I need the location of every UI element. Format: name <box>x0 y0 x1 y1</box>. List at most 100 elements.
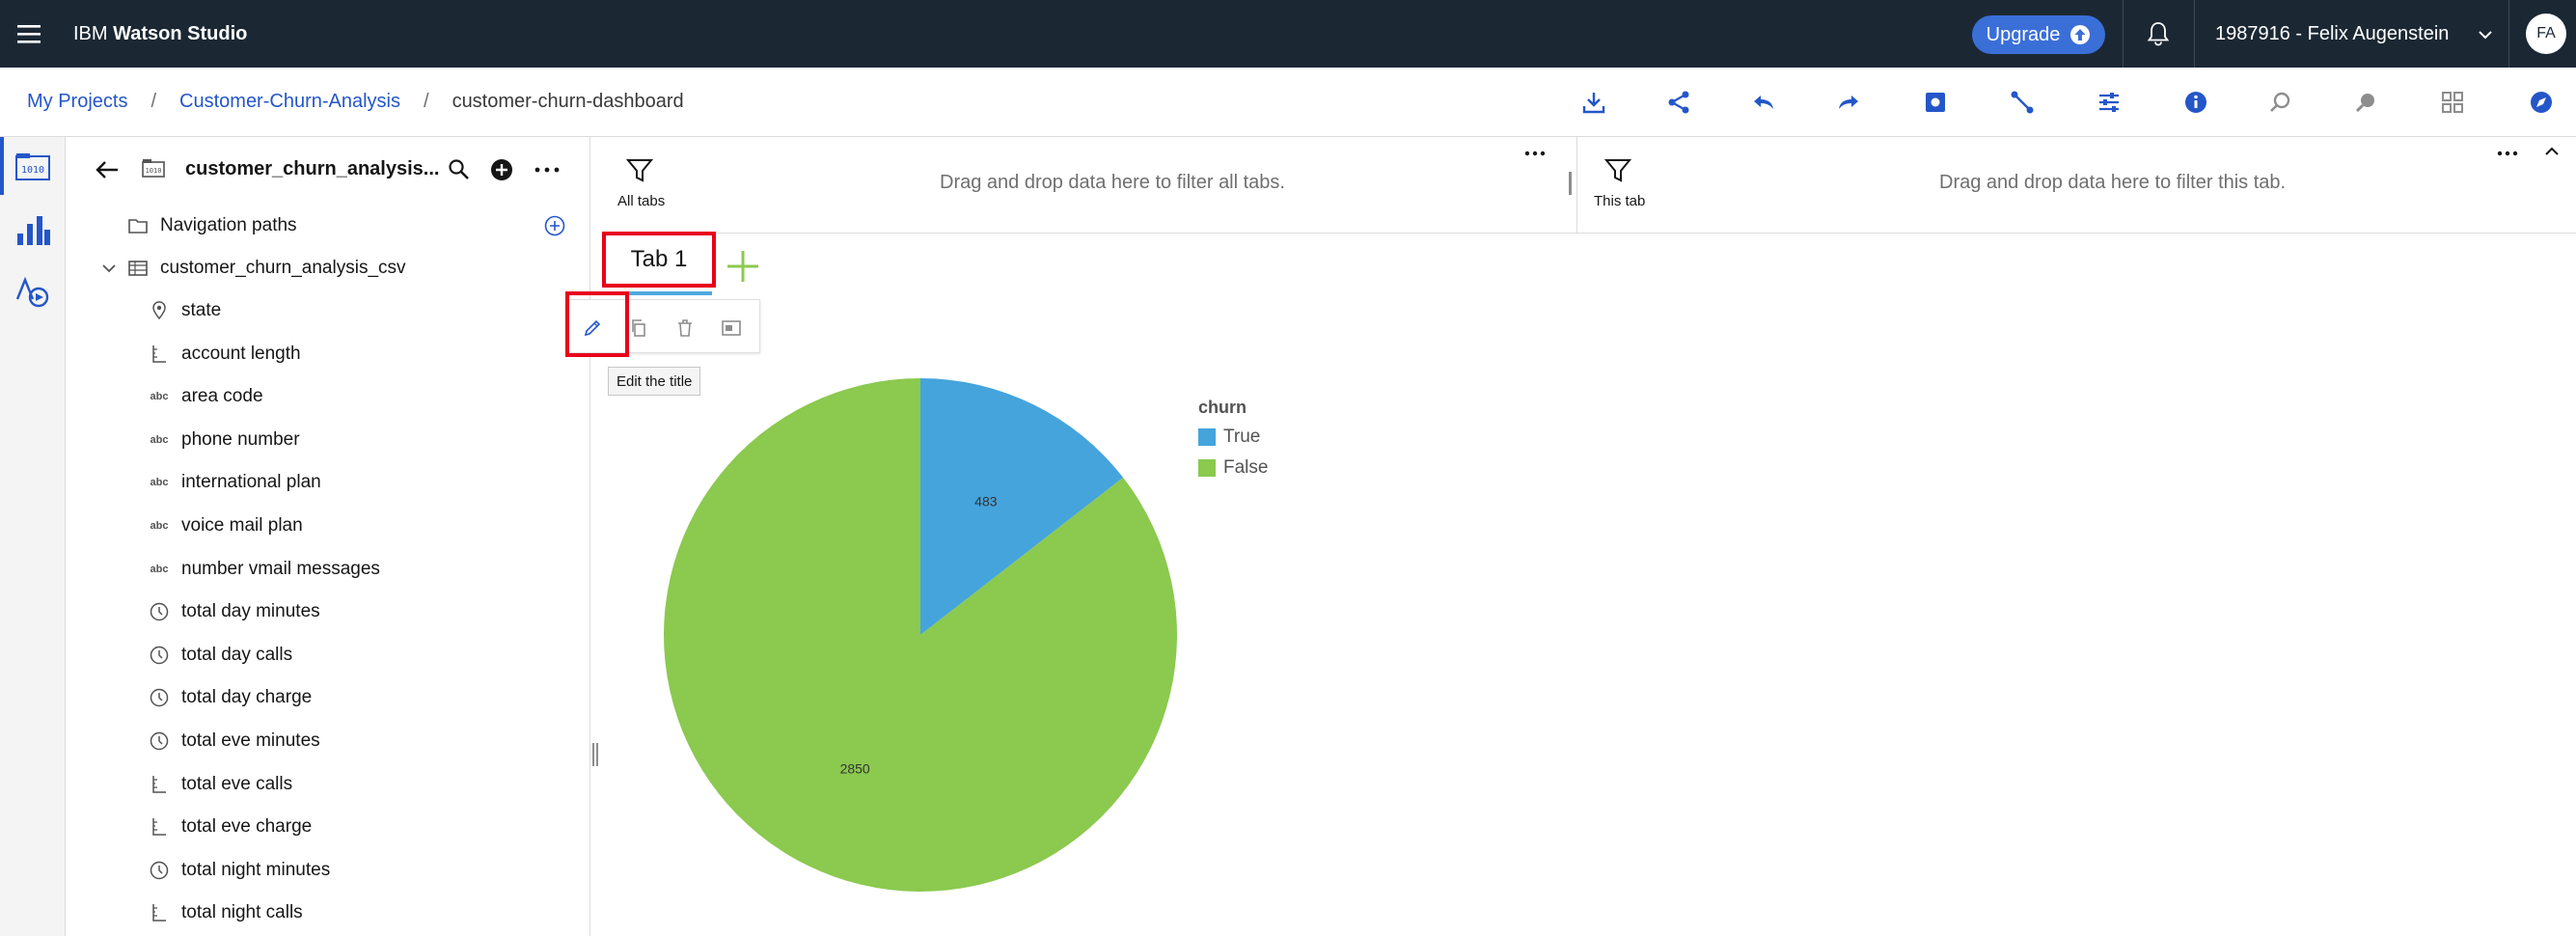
column-label: total night calls <box>181 902 303 923</box>
visualizations-icon[interactable] <box>14 210 52 249</box>
text-type-glyph: abc <box>150 433 169 446</box>
filter-bar: All tabs Drag and drop data here to filt… <box>602 137 2576 234</box>
column-label: international plan <box>181 472 321 493</box>
table-row[interactable]: customer_churn_analysis_csv <box>66 247 590 289</box>
overflow-menu-icon[interactable] <box>2497 151 2518 156</box>
column-label: account length <box>181 343 301 364</box>
column-item[interactable]: total eve charge <box>66 806 590 848</box>
svg-text:1010: 1010 <box>21 165 44 176</box>
avatar[interactable]: FA <box>2526 14 2566 54</box>
folder-icon <box>128 219 148 234</box>
undo-icon[interactable] <box>1748 87 1779 118</box>
divider <box>2508 0 2509 68</box>
column-item[interactable]: account length <box>66 333 590 375</box>
column-item[interactable]: abc phone number <box>66 419 590 461</box>
widgets-icon[interactable] <box>14 272 52 311</box>
all-tabs-message: Drag and drop data here to filter all ta… <box>940 172 1285 193</box>
column-item[interactable]: abc area code <box>66 375 590 418</box>
download-icon[interactable] <box>1578 87 1609 118</box>
column-item[interactable]: total day calls <box>66 634 590 676</box>
share-icon[interactable] <box>1663 87 1694 118</box>
column-label: total day calls <box>181 644 293 665</box>
connect-icon[interactable] <box>2007 87 2038 118</box>
panel-resize-handle[interactable] <box>592 743 598 766</box>
assistant-icon[interactable] <box>2350 87 2381 118</box>
column-label: total day minutes <box>181 601 320 622</box>
filter-resize-handle[interactable] <box>1569 172 1576 195</box>
back-arrow-icon[interactable] <box>95 158 120 181</box>
column-item[interactable]: state <box>66 289 590 332</box>
data-sources-icon[interactable]: 1010 <box>14 149 52 187</box>
left-rail: 1010 <box>0 137 66 936</box>
snapshot-icon[interactable] <box>1920 87 1951 118</box>
tab-1[interactable]: Tab 1 <box>602 232 716 288</box>
text-type-icon: abc <box>149 559 170 580</box>
time-icon <box>149 601 170 622</box>
column-item[interactable]: total day charge <box>66 676 590 719</box>
column-label: state <box>181 300 222 320</box>
delete-button[interactable] <box>667 310 703 346</box>
properties-button[interactable] <box>713 310 750 346</box>
app-brand[interactable]: IBM Watson Studio <box>73 23 247 45</box>
measure-icon <box>149 902 170 923</box>
upgrade-label: Upgrade <box>1986 23 2061 45</box>
compass-icon[interactable] <box>2526 87 2557 118</box>
breadcrumb-bar: My Projects / Customer-Churn-Analysis / … <box>0 68 2576 137</box>
this-tab-label: This tab <box>1594 193 1646 209</box>
legend-swatch <box>1198 428 1216 446</box>
rail-selection-indicator <box>0 137 4 195</box>
legend-item-false[interactable]: False <box>1198 457 1268 479</box>
column-item[interactable]: total night calls <box>66 892 590 934</box>
account-name[interactable]: 1987916 - Felix Augenstein <box>2215 23 2449 45</box>
churn-pie-chart[interactable]: 483 2850 <box>602 367 1181 907</box>
overflow-menu-icon[interactable] <box>1524 151 1546 156</box>
time-icon <box>149 730 170 752</box>
table-icon <box>128 261 148 276</box>
all-tabs-label: All tabs <box>617 193 666 209</box>
column-label: total eve charge <box>181 816 313 838</box>
chevron-down-icon[interactable] <box>2476 25 2495 44</box>
measure-icon <box>149 816 170 838</box>
column-item[interactable]: total day minutes <box>66 591 590 633</box>
column-label: phone number <box>181 428 300 450</box>
column-item[interactable]: total night minutes <box>66 849 590 892</box>
layout-grid-icon[interactable] <box>2437 87 2468 118</box>
explore-search-icon[interactable] <box>2265 87 2296 118</box>
all-tabs-filter-zone[interactable]: All tabs Drag and drop data here to filt… <box>602 137 1567 234</box>
add-icon[interactable] <box>490 158 513 181</box>
search-icon[interactable] <box>448 158 471 181</box>
column-item[interactable]: abc number vmail messages <box>66 548 590 591</box>
this-tab-filter-zone[interactable]: This tab Drag and drop data here to filt… <box>1578 137 2576 234</box>
chevron-down-icon[interactable] <box>98 258 120 279</box>
breadcrumb-my-projects[interactable]: My Projects <box>27 91 127 113</box>
settings-sliders-icon[interactable] <box>2094 87 2124 118</box>
info-icon[interactable] <box>2180 87 2211 118</box>
text-type-glyph: abc <box>150 563 169 575</box>
divider <box>2194 0 2195 68</box>
upgrade-button[interactable]: Upgrade <box>1972 15 2105 54</box>
column-item[interactable]: total eve minutes <box>66 720 590 762</box>
divider <box>2123 0 2124 68</box>
column-item[interactable]: abc international plan <box>66 461 590 504</box>
navigation-paths-label: Navigation paths <box>160 215 297 235</box>
pie-label-true: 483 <box>974 493 998 509</box>
legend-item-true[interactable]: True <box>1198 427 1260 448</box>
upgrade-arrow-icon <box>2070 25 2091 44</box>
pie-label-false: 2850 <box>840 761 870 777</box>
breadcrumb-project[interactable]: Customer-Churn-Analysis <box>179 91 400 113</box>
navigation-paths-row[interactable]: Navigation paths <box>66 205 590 247</box>
add-tab-icon[interactable] <box>726 249 760 284</box>
location-icon <box>149 300 170 321</box>
text-type-glyph: abc <box>150 477 169 489</box>
hamburger-menu-icon[interactable] <box>17 19 42 48</box>
redo-icon[interactable] <box>1833 87 1864 118</box>
column-label: number vmail messages <box>181 558 380 579</box>
column-item[interactable]: total eve calls <box>66 763 590 806</box>
overflow-menu-icon[interactable] <box>534 166 560 174</box>
notification-bell-icon[interactable] <box>2144 19 2173 48</box>
edit-title-highlight <box>565 291 629 357</box>
add-circle-icon[interactable] <box>544 215 565 236</box>
breadcrumb-separator: / <box>151 91 157 112</box>
column-item[interactable]: abc voice mail plan <box>66 505 590 547</box>
chevron-up-icon[interactable] <box>2543 143 2561 160</box>
